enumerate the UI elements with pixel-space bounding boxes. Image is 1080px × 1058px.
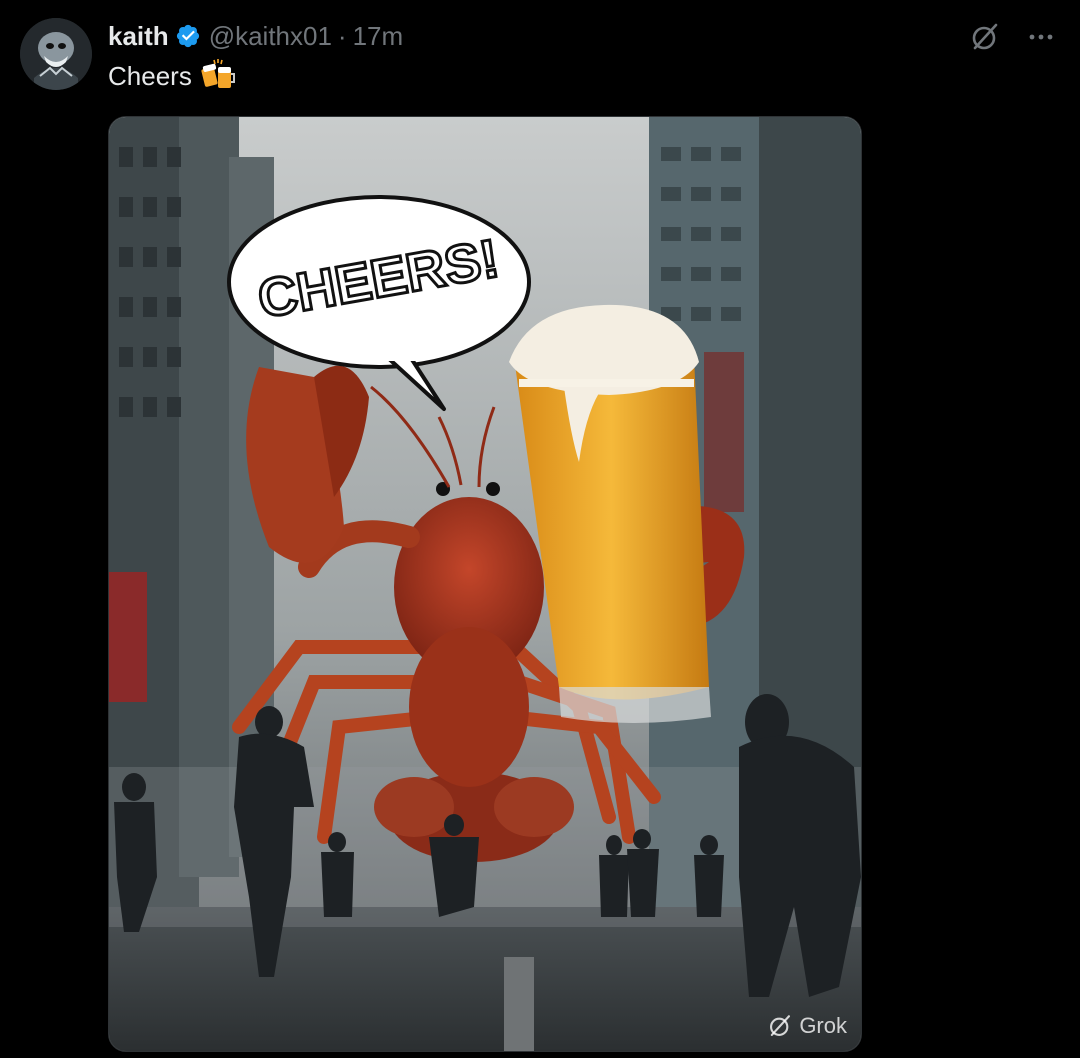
tweet-text: Cheers — [108, 58, 236, 94]
more-dots-icon[interactable] — [1024, 20, 1058, 54]
post: kaith @kaithx01 · 17m Cheers CHEERS! Gro… — [0, 0, 1080, 1058]
clinking-beer-mugs-icon — [200, 58, 236, 94]
separator-dot: · — [337, 20, 347, 51]
grok-watermark: Grok — [767, 1013, 847, 1039]
verified-badge-icon — [175, 23, 201, 49]
lobster-beer-illustration: CHEERS! — [109, 117, 861, 1051]
author-handle[interactable]: @kaithx01 — [209, 21, 332, 52]
post-time[interactable]: 17m — [353, 21, 404, 52]
post-actions — [968, 20, 1058, 54]
author-name[interactable]: kaith — [108, 21, 169, 52]
post-image[interactable]: CHEERS! Grok — [108, 116, 862, 1052]
grok-icon — [770, 1015, 791, 1036]
grok-icon[interactable] — [968, 20, 1002, 54]
post-header: kaith @kaithx01 · 17m — [108, 18, 403, 54]
watermark-text: Grok — [799, 1013, 847, 1038]
tweet-text-content: Cheers — [108, 60, 192, 91]
avatar-image — [20, 18, 92, 90]
avatar[interactable] — [20, 18, 92, 90]
